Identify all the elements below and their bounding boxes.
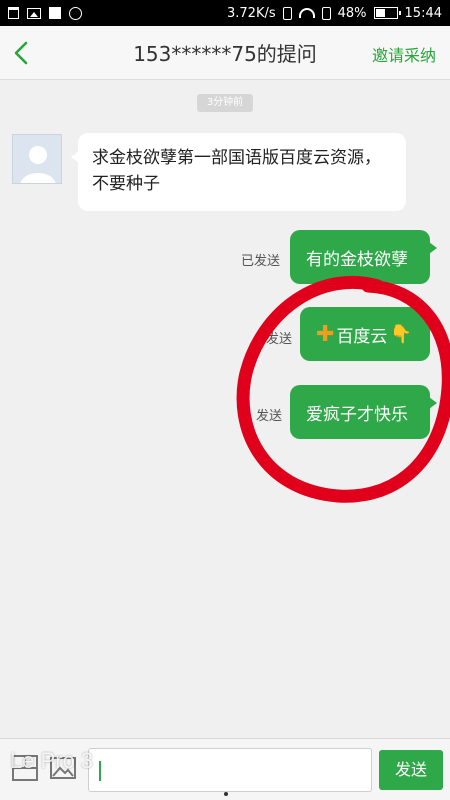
vibrate-icon xyxy=(282,6,292,20)
status-left-icons xyxy=(8,6,82,20)
input-bar: 发送 xyxy=(0,738,450,800)
square-icon xyxy=(49,7,61,19)
outgoing-message[interactable]: ✚ 百度云 👇 xyxy=(300,307,437,361)
outgoing-message[interactable]: 有的金枝欲孽 xyxy=(290,230,437,284)
network-speed: 3.72K/s xyxy=(227,5,276,21)
home-indicator xyxy=(224,792,228,796)
status-bar: 3.72K/s 48% 15:44 xyxy=(0,0,450,26)
plus-emoji-icon: ✚ xyxy=(316,321,335,347)
incoming-message[interactable]: 求金枝欲孽第一部国语版百度云资源，不要种子 xyxy=(71,133,406,211)
voice-toggle-button[interactable] xyxy=(10,753,40,783)
picture-icon xyxy=(50,757,76,779)
user-avatar-icon xyxy=(13,135,61,183)
image-upload-button[interactable] xyxy=(48,753,78,783)
avatar[interactable] xyxy=(12,134,62,184)
back-button[interactable] xyxy=(8,38,38,68)
message-status: 发送 xyxy=(256,409,283,424)
layout-icon xyxy=(12,755,38,781)
chat-header: 153******75的提问 邀请采纳 xyxy=(0,26,450,80)
message-icon xyxy=(69,6,82,20)
clock: 15:44 xyxy=(404,5,442,21)
message-text-field[interactable] xyxy=(89,749,371,791)
text-cursor xyxy=(99,761,101,781)
outgoing-message-text: 百度云 xyxy=(336,326,388,347)
outgoing-message[interactable]: 爱疯子才快乐 xyxy=(290,385,437,439)
status-right: 3.72K/s 48% 15:44 xyxy=(227,6,442,21)
message-status: 已发送 xyxy=(241,254,281,269)
message-status: 发送 xyxy=(266,332,293,347)
wifi-icon xyxy=(298,8,315,18)
message-input[interactable] xyxy=(88,748,372,792)
sim-icon xyxy=(321,6,331,20)
battery-percent: 48% xyxy=(337,5,367,21)
pointing-down-emoji-icon: 👇 xyxy=(389,323,412,345)
send-button[interactable]: 发送 xyxy=(379,750,443,790)
battery-icon xyxy=(373,7,401,19)
trash-icon xyxy=(8,7,19,19)
invite-accept-button[interactable]: 邀请采纳 xyxy=(372,42,436,66)
chevron-left-icon xyxy=(14,41,28,65)
message-timestamp: 3分钟前 xyxy=(197,94,253,112)
image-icon xyxy=(27,7,41,19)
